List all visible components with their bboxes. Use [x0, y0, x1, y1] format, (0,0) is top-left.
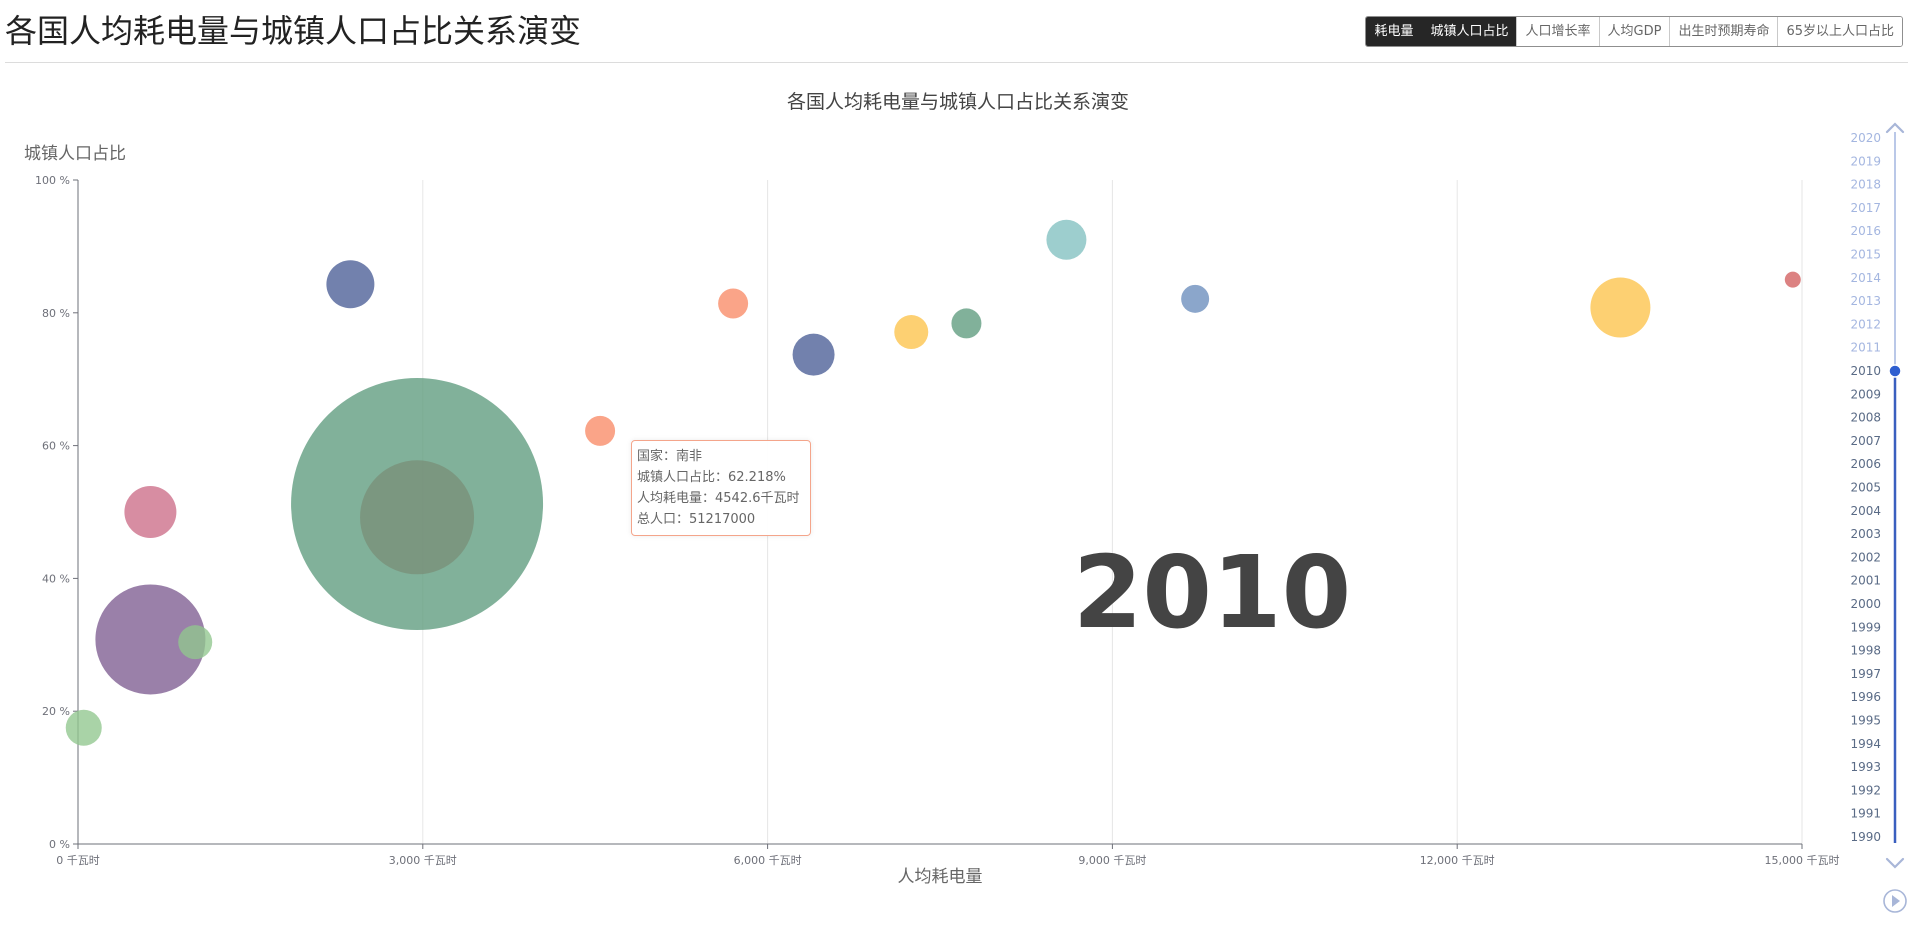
timeline-year-label[interactable]: 1991: [1850, 807, 1881, 821]
timeline-year-label[interactable]: 1996: [1850, 690, 1881, 704]
data-bubble[interactable]: [124, 486, 177, 538]
bubble-tooltip: 国家：南非 城镇人口占比：62.218% 人均耗电量：4542.6千瓦时 总人口…: [631, 440, 811, 536]
bubble-chart: 各国人均耗电量与城镇人口占比关系演变 城镇人口占比 人均耗电量 0 千瓦时 3,0…: [24, 91, 1907, 913]
tab-life-expectancy[interactable]: 出生时预期寿命: [1669, 17, 1778, 46]
timeline-year-label[interactable]: 2008: [1850, 411, 1881, 425]
timeline-prev-icon[interactable]: [1885, 122, 1905, 134]
timeline-year-label[interactable]: 1993: [1850, 760, 1881, 774]
timeline-year-label[interactable]: 1994: [1850, 737, 1881, 751]
x-axis-title: 人均耗电量: [898, 867, 983, 887]
timeline-year-label[interactable]: 2000: [1850, 597, 1881, 611]
timeline-year-label[interactable]: 2017: [1850, 201, 1881, 215]
tooltip-total-population: 总人口：51217000: [637, 512, 756, 527]
tab-over-65-population[interactable]: 65岁以上人口占比: [1777, 17, 1902, 46]
y-tick-label: 20 %: [42, 705, 70, 718]
grid-lines: [422, 180, 1803, 844]
x-tick-label: 9,000 千瓦时: [1078, 854, 1146, 867]
timeline-year-label[interactable]: 2001: [1850, 574, 1881, 588]
timeline-year-label[interactable]: 2016: [1850, 224, 1881, 238]
timeline-year-label[interactable]: 2004: [1850, 504, 1881, 518]
tab-power-consumption[interactable]: 耗电量: [1366, 17, 1422, 46]
y-tick-label: 80 %: [42, 307, 70, 320]
timeline-next-icon[interactable]: [1885, 857, 1905, 869]
timeline-year-label[interactable]: 1990: [1850, 830, 1881, 844]
timeline-year-label[interactable]: 2006: [1850, 457, 1881, 471]
timeline-year-label[interactable]: 2012: [1850, 317, 1881, 331]
data-bubble[interactable]: [718, 288, 749, 319]
x-tick-label: 6,000 千瓦时: [734, 854, 802, 867]
timeline-year-label[interactable]: 2005: [1850, 481, 1881, 495]
data-bubble[interactable]: [1181, 284, 1210, 313]
timeline-year-label[interactable]: 2013: [1850, 294, 1881, 308]
timeline-year-label[interactable]: 2009: [1850, 387, 1881, 401]
y-tick-label: 60 %: [42, 440, 70, 453]
data-bubble[interactable]: [178, 625, 213, 660]
x-tick-label: 12,000 千瓦时: [1420, 854, 1495, 867]
tooltip-urban-ratio: 城镇人口占比：62.218%: [637, 470, 786, 485]
bubble-series: [65, 219, 1801, 746]
timeline-current-handle[interactable]: [1888, 364, 1902, 378]
tab-population-growth[interactable]: 人口增长率: [1516, 17, 1599, 46]
timeline-year-label[interactable]: 1992: [1850, 783, 1881, 797]
play-triangle-icon: [1892, 895, 1900, 907]
data-bubble[interactable]: [792, 333, 835, 376]
data-bubble[interactable]: [1046, 219, 1087, 260]
data-bubble[interactable]: [1590, 277, 1651, 338]
timeline: 1990 1991 1992 1993 1994 1995 1996 1997 1998 1999…: [1850, 122, 1907, 913]
timeline-year-label[interactable]: 1995: [1850, 714, 1881, 728]
tooltip-country: 国家：南非: [637, 449, 703, 464]
timeline-year-label[interactable]: 2018: [1850, 178, 1881, 192]
timeline-year-label[interactable]: 1997: [1850, 667, 1881, 681]
timeline-year-label[interactable]: 2010: [1850, 364, 1881, 378]
y-tick-label: 40 %: [42, 572, 70, 585]
metric-tabs: 耗电量 城镇人口占比 人口增长率 人均GDP 出生时预期寿命 65岁以上人口占比: [1365, 16, 1903, 47]
x-tick-label: 0 千瓦时: [56, 854, 100, 867]
timeline-year-label[interactable]: 2011: [1850, 341, 1881, 355]
data-bubble[interactable]: [951, 308, 982, 339]
y-axis-title: 城镇人口占比: [24, 144, 126, 164]
timeline-year-label[interactable]: 2003: [1850, 527, 1881, 541]
tab-urban-population[interactable]: 城镇人口占比: [1421, 17, 1517, 46]
timeline-year-label[interactable]: 1998: [1850, 644, 1881, 658]
y-tick-label: 100 %: [35, 174, 70, 187]
timeline-year-label[interactable]: 2014: [1850, 271, 1881, 285]
data-bubble[interactable]: [360, 460, 475, 575]
year-watermark: 2010: [1073, 534, 1351, 651]
data-bubble[interactable]: [1784, 271, 1801, 288]
data-bubble[interactable]: [585, 415, 616, 446]
header-divider: [5, 62, 1908, 63]
timeline-year-label[interactable]: 2007: [1850, 434, 1881, 448]
timeline-year-label[interactable]: 2002: [1850, 550, 1881, 564]
x-tick-label: 3,000 千瓦时: [389, 854, 457, 867]
page-title: 各国人均耗电量与城镇人口占比关系演变: [5, 12, 582, 50]
chart-title: 各国人均耗电量与城镇人口占比关系演变: [787, 91, 1129, 113]
timeline-year-label[interactable]: 2015: [1850, 248, 1881, 262]
data-bubble[interactable]: [326, 260, 375, 309]
data-bubble[interactable]: [894, 315, 929, 350]
x-tick-label: 15,000 千瓦时: [1765, 854, 1840, 867]
timeline-year-label[interactable]: 2020: [1850, 131, 1881, 145]
tab-gdp-per-capita[interactable]: 人均GDP: [1598, 17, 1670, 46]
y-tick-label: 0 %: [49, 838, 70, 851]
tooltip-power-per-capita: 人均耗电量：4542.6千瓦时: [637, 491, 800, 506]
data-bubble[interactable]: [65, 709, 102, 746]
timeline-year-label[interactable]: 2019: [1850, 154, 1881, 168]
timeline-year-label[interactable]: 1999: [1850, 620, 1881, 634]
